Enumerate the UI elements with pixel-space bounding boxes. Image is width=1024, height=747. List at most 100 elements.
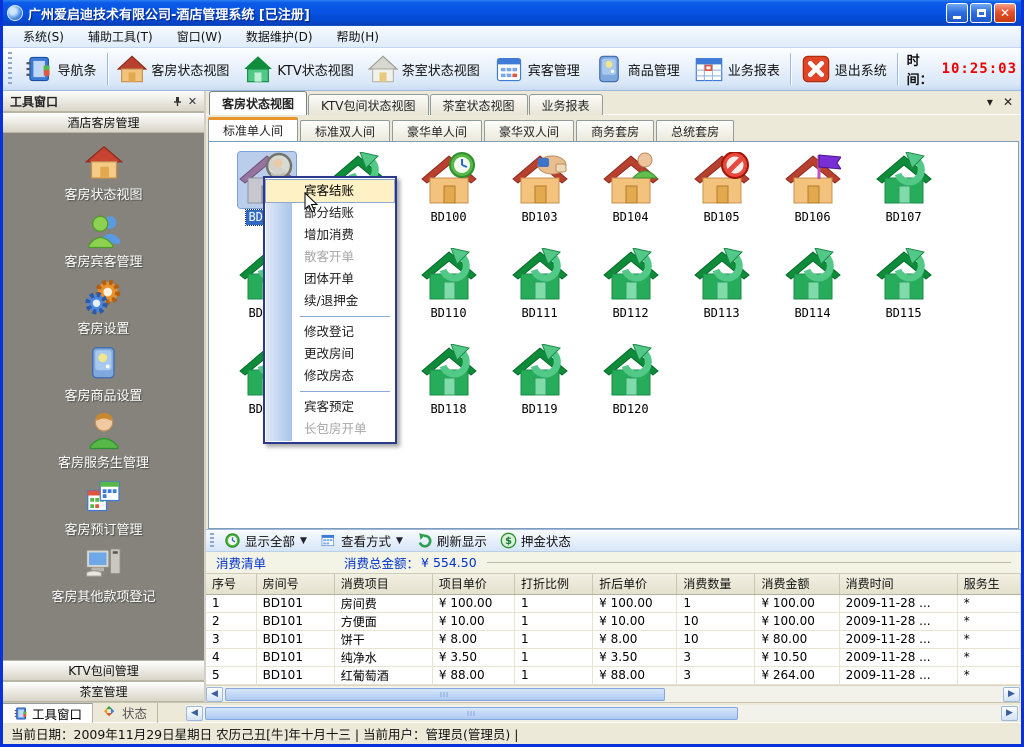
table-row-2[interactable]: 3BD101饼干¥ 8.001¥ 8.0010¥ 80.002009-11-28… (206, 630, 1021, 648)
room-type-tab-3[interactable]: 豪华双人间 (484, 120, 574, 141)
column-header-0[interactable]: 序号 (206, 574, 256, 594)
sidebar-item-5[interactable]: 客房预订管理 (19, 478, 189, 538)
context-menu-item-1[interactable]: 部分结账 (266, 202, 394, 224)
column-header-1[interactable]: 房间号 (256, 574, 334, 594)
tab-list-dropdown-icon[interactable]: ▾ (987, 95, 993, 109)
room-BD114[interactable]: BD114 (767, 248, 858, 344)
sidebar-item-3[interactable]: 客房商品设置 (19, 344, 189, 404)
room-BD111[interactable]: BD111 (494, 248, 585, 344)
minimize-button[interactable] (946, 3, 968, 23)
view-toolbar-button-3[interactable]: $押金状态 (495, 530, 579, 551)
tool-window-close-icon[interactable]: ✕ (185, 94, 200, 109)
menu-item-4[interactable]: 帮助(H) (325, 26, 391, 47)
sidebar-item-2[interactable]: 客房设置 (19, 277, 189, 337)
view-toolbar-button-2[interactable]: 刷新显示 (411, 530, 495, 551)
toolbar-button-5[interactable]: 商品管理 (587, 52, 687, 86)
main-scroll-right-icon[interactable]: ▶ (1001, 706, 1018, 721)
column-header-5[interactable]: 折后单价 (593, 574, 677, 594)
room-BD110[interactable]: BD110 (403, 248, 494, 344)
menu-item-3[interactable]: 数据维护(D) (234, 26, 325, 47)
toolbar-button-1[interactable]: 客房状态视图 (110, 52, 236, 86)
close-button[interactable]: ✕ (994, 3, 1016, 23)
dropdown-arrow-icon[interactable]: ▼ (300, 536, 307, 546)
view-toolbar-button-0[interactable]: 显示全部▼ (219, 530, 315, 551)
context-menu-item-2[interactable]: 增加消费 (266, 224, 394, 246)
room-type-tab-2[interactable]: 豪华单人间 (392, 120, 482, 141)
room-BD112[interactable]: BD112 (585, 248, 676, 344)
house-shape (603, 344, 659, 400)
context-menu-item-0[interactable]: 宾客结账 (266, 180, 394, 202)
table-cell: ¥ 100.00 (432, 594, 514, 612)
tab-1[interactable]: KTV包间状态视图 (308, 94, 428, 115)
column-header-6[interactable]: 消费数量 (677, 574, 755, 594)
main-scroll-left-icon[interactable]: ◀ (186, 706, 203, 721)
dropdown-arrow-icon[interactable]: ▼ (396, 536, 403, 546)
room-BD106[interactable]: BD106 (767, 152, 858, 248)
room-type-tab-0[interactable]: 标准单人间 (208, 117, 298, 141)
toolbar-button-6[interactable]: 业务报表 (687, 52, 787, 86)
room-BD103[interactable]: BD103 (494, 152, 585, 248)
table-row-0[interactable]: 1BD101房间费¥ 100.001¥ 100.001¥ 100.002009-… (206, 594, 1021, 612)
main-hscrollbar-thumb[interactable] (205, 707, 738, 720)
tab-0[interactable]: 客房状态视图 (209, 91, 307, 115)
house-shape (785, 248, 841, 304)
sidebar-item-0[interactable]: 客房状态视图 (19, 143, 189, 203)
scroll-right-icon[interactable]: ▶ (1003, 687, 1020, 702)
room-type-tab-1[interactable]: 标准双人间 (300, 120, 390, 141)
column-header-4[interactable]: 打折比例 (515, 574, 593, 594)
column-header-3[interactable]: 项目单价 (432, 574, 514, 594)
toolbar-button-0[interactable]: 导航条 (16, 52, 103, 86)
table-row-3[interactable]: 4BD101纯净水¥ 3.501¥ 3.503¥ 10.502009-11-28… (206, 648, 1021, 666)
column-header-9[interactable]: 服务生 (957, 574, 1020, 594)
sidebar-item-4[interactable]: 客房服务生管理 (19, 411, 189, 471)
menu-item-0[interactable]: 系统(S) (11, 26, 76, 47)
sidebar-group-hotel-rooms[interactable]: 酒店客房管理 (3, 112, 204, 133)
room-BD118[interactable]: BD118 (403, 344, 494, 440)
room-BD113[interactable]: BD113 (676, 248, 767, 344)
table-row-4[interactable]: 5BD101红葡萄酒¥ 88.001¥ 88.003¥ 264.002009-1… (206, 666, 1021, 684)
context-menu-item-11[interactable]: 宾客预定 (266, 396, 394, 418)
room-type-tab-5[interactable]: 总统套房 (656, 120, 734, 141)
scroll-left-icon[interactable]: ◀ (206, 687, 223, 702)
menu-item-1[interactable]: 辅助工具(T) (76, 26, 165, 47)
room-BD100[interactable]: BD100 (403, 152, 494, 248)
sidebar-group-tea[interactable]: 茶室管理 (3, 681, 204, 702)
tab-3[interactable]: 业务报表 (529, 94, 603, 115)
context-menu-item-4[interactable]: 团体开单 (266, 268, 394, 290)
toolbar-button-4[interactable]: 宾客管理 (487, 52, 587, 86)
table-hscrollbar[interactable]: ◀ ▶ (206, 685, 1021, 702)
context-menu-item-8[interactable]: 更改房间 (266, 343, 394, 365)
room-BD115[interactable]: BD115 (858, 248, 949, 344)
toolbar-button-2[interactable]: KTV状态视图 (236, 52, 360, 86)
sidebar-group-ktv[interactable]: KTV包间管理 (3, 660, 204, 681)
pin-icon[interactable] (170, 94, 185, 109)
maximize-button[interactable] (970, 3, 992, 23)
column-header-7[interactable]: 消费金额 (755, 574, 839, 594)
column-header-8[interactable]: 消费时间 (839, 574, 957, 594)
toolbar-button-7[interactable]: 退出系统 (794, 52, 894, 86)
table-row-1[interactable]: 2BD101方便面¥ 10.001¥ 10.0010¥ 100.002009-1… (206, 612, 1021, 630)
toolbar-grip[interactable] (8, 52, 12, 86)
room-type-tab-4[interactable]: 商务套房 (576, 120, 654, 141)
room-BD120[interactable]: BD120 (585, 344, 676, 440)
table-hscrollbar-thumb[interactable] (225, 688, 665, 701)
menu-item-2[interactable]: 窗口(W) (165, 26, 234, 47)
tab-2[interactable]: 茶室状态视图 (430, 94, 528, 115)
room-BD107[interactable]: BD107 (858, 152, 949, 248)
view-toolbar-button-1[interactable]: 查看方式▼ (315, 530, 411, 551)
context-menu-item-9[interactable]: 修改房态 (266, 365, 394, 387)
toolbar-button-3[interactable]: 茶室状态视图 (361, 52, 487, 86)
dock-tab-0[interactable]: 工具窗口 (3, 703, 93, 723)
room-BD104[interactable]: BD104 (585, 152, 676, 248)
tab-close-icon[interactable]: ✕ (1003, 95, 1013, 109)
view-toolbar-grip[interactable] (210, 533, 214, 549)
context-menu-item-5[interactable]: 续/退押金 (266, 290, 394, 312)
sidebar-item-6[interactable]: 客房其他款项登记 (19, 545, 189, 605)
context-menu-item-7[interactable]: 修改登记 (266, 321, 394, 343)
dock-tab-1[interactable]: 状态 (93, 703, 158, 723)
room-BD119[interactable]: BD119 (494, 344, 585, 440)
main-hscrollbar[interactable]: ◀ ▶ (186, 705, 1019, 721)
column-header-2[interactable]: 消费项目 (334, 574, 432, 594)
room-BD105[interactable]: BD105 (676, 152, 767, 248)
sidebar-item-1[interactable]: 客房宾客管理 (19, 210, 189, 270)
